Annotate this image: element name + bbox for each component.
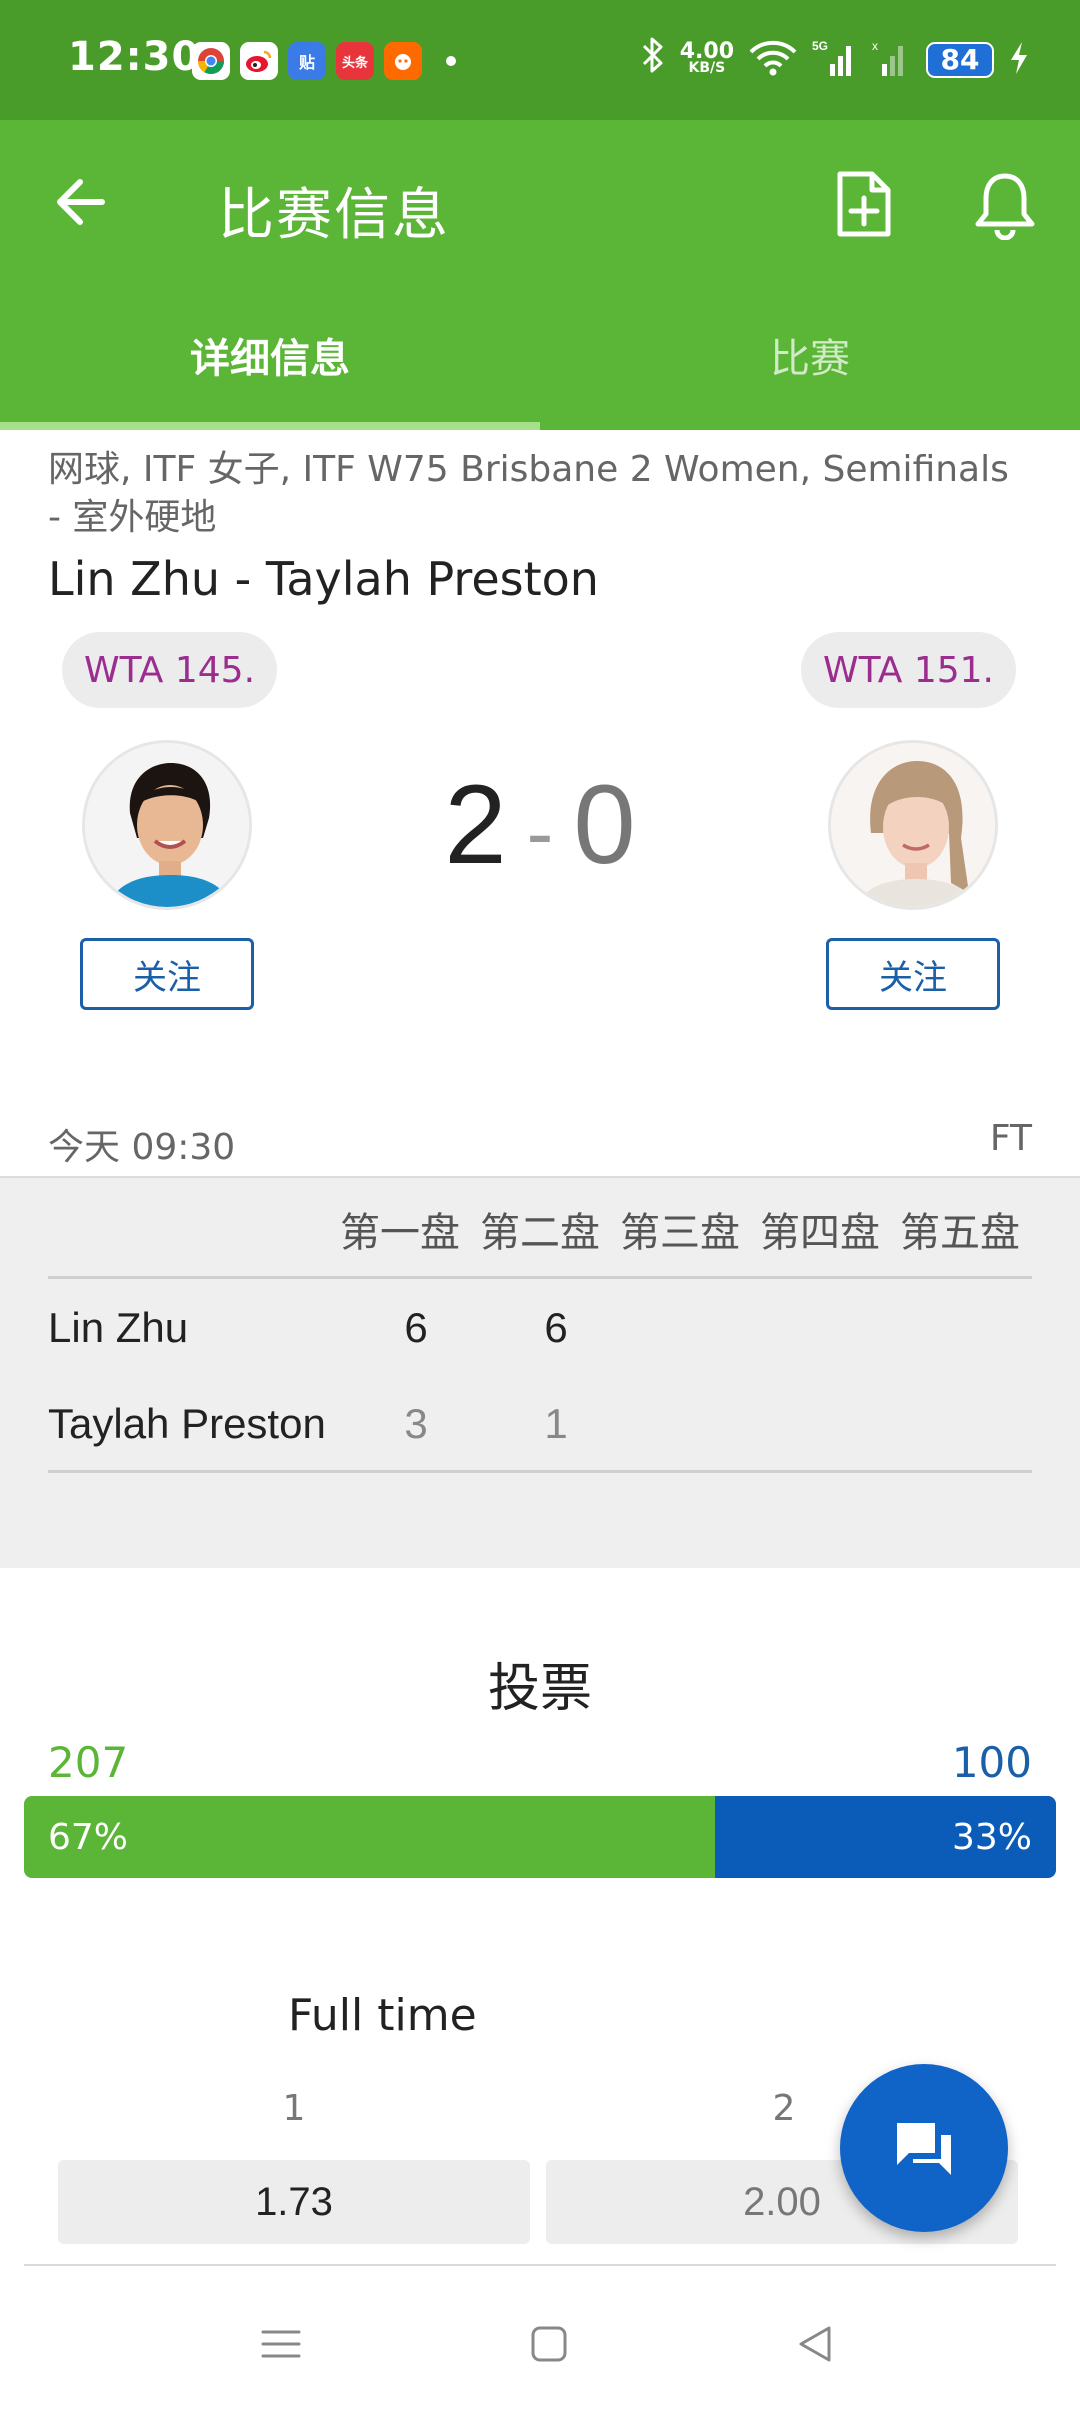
status-bar: 12:30 贴 头条 4.00 KB/S 5G x 84 (0, 0, 1080, 120)
away-player-avatar[interactable] (828, 740, 998, 910)
set-header-1: 第一盘 (340, 1210, 460, 1256)
signal-weak-icon: x (872, 38, 912, 82)
set-header-2: 第二盘 (480, 1210, 600, 1256)
player-name: Taylah Preston (48, 1400, 326, 1447)
set-table-divider (48, 1470, 1032, 1473)
away-score: 0 (573, 762, 636, 887)
battery-indicator: 84 (926, 41, 994, 78)
match-status: FT (989, 1118, 1032, 1159)
arrow-left-icon (57, 179, 105, 225)
follow-away-button[interactable]: 关注 (826, 938, 1000, 1010)
home-player-avatar[interactable] (82, 740, 252, 910)
set-score: 6 (544, 1304, 568, 1351)
match-subtitle: 网球, ITF 女子, ITF W75 Brisbane 2 Women, Se… (48, 449, 1009, 538)
speed-value: 4.00 (679, 38, 734, 64)
odds-label-home: 1 (282, 2088, 306, 2129)
set-header-5: 第五盘 (900, 1210, 1020, 1256)
chat-button[interactable] (840, 2064, 1008, 2232)
vote-home-count: 207 (48, 1738, 129, 1787)
status-indicators: 4.00 KB/S 5G x 84 (640, 36, 1030, 83)
match-title: Lin Zhu - Taylah Preston (48, 552, 599, 606)
tab-indicator (0, 422, 540, 430)
menu-icon (261, 2330, 301, 2358)
square-home-icon (531, 2326, 567, 2362)
chat-icon (897, 2123, 951, 2175)
document-add-icon (837, 171, 891, 237)
vote-away-segment[interactable]: 33% (715, 1796, 1056, 1878)
network-speed: 4.00 KB/S (679, 38, 734, 76)
vote-bar[interactable]: 67% 33% (24, 1796, 1056, 1878)
svg-text:5G: 5G (812, 39, 828, 53)
wifi-icon (748, 39, 798, 81)
match-start-time: 今天 09:30 (48, 1127, 236, 1168)
player-name: Lin Zhu (48, 1304, 189, 1351)
signal-5g-icon: 5G (812, 38, 858, 82)
follow-home-button[interactable]: 关注 (80, 938, 254, 1010)
set-scores-table: 第一盘 第二盘 第三盘 第四盘 第五盘 Lin Zhu 6 6 Taylah P… (0, 1176, 1080, 1568)
table-row: Lin Zhu 6 6 (48, 1290, 1032, 1370)
toutiao-icon: 头条 (336, 42, 374, 80)
system-nav-bar (0, 2272, 1080, 2414)
set-score: 3 (404, 1400, 428, 1447)
vote-away-percent: 33% (951, 1816, 1032, 1858)
bell-icon (975, 173, 1035, 241)
vote-home-segment[interactable]: 67% (24, 1796, 716, 1878)
page-title: 比赛信息 (218, 183, 450, 248)
nav-home-button[interactable] (514, 2314, 584, 2374)
charging-icon (1008, 40, 1030, 80)
match-score: 2-0 (340, 760, 740, 889)
nav-back-button[interactable] (780, 2314, 850, 2374)
set-score: 1 (544, 1400, 568, 1447)
tab-details[interactable]: 详细信息 (0, 280, 540, 430)
triangle-back-icon (799, 2326, 831, 2362)
section-divider (24, 2264, 1056, 2266)
set-header-3: 第三盘 (620, 1210, 740, 1256)
vote-home-percent: 67% (48, 1816, 129, 1858)
score-separator: - (526, 788, 554, 878)
tab-match[interactable]: 比赛 (540, 280, 1080, 430)
chrome-icon (192, 42, 230, 80)
status-time: 12:30 (68, 34, 201, 80)
nav-menu-button[interactable] (246, 2314, 316, 2374)
set-headers: 第一盘 第二盘 第三盘 第四盘 第五盘 (330, 1200, 1030, 1258)
tieba-icon: 贴 (288, 42, 326, 80)
odds-title: Full time (288, 1990, 477, 2041)
status-app-icons: 贴 头条 (192, 42, 456, 80)
tab-bar: 详细信息 比赛 (0, 280, 1080, 430)
set-score: 6 (404, 1304, 428, 1351)
bluetooth-icon (640, 36, 666, 83)
add-to-calendar-button[interactable] (832, 168, 896, 240)
home-score: 2 (444, 762, 507, 887)
home-rank-badge[interactable]: WTA 145. (62, 632, 278, 708)
away-rank-badge[interactable]: WTA 151. (800, 632, 1016, 708)
odds-home-button[interactable]: 1.73 (58, 2160, 530, 2244)
back-button[interactable] (50, 172, 120, 232)
odds-label-away: 2 (772, 2088, 796, 2129)
set-header-divider (48, 1276, 1032, 1279)
weibo-icon (240, 42, 278, 80)
vote-away-count: 100 (951, 1738, 1032, 1787)
vote-title: 投票 (487, 1659, 592, 1719)
svg-text:x: x (872, 39, 878, 53)
set-header-4: 第四盘 (760, 1210, 880, 1256)
taobao-icon (384, 42, 422, 80)
notification-button[interactable] (972, 170, 1038, 241)
notification-dot (446, 56, 456, 66)
app-bar: 比赛信息 (0, 120, 1080, 280)
table-row: Taylah Preston 3 1 (48, 1386, 1032, 1466)
